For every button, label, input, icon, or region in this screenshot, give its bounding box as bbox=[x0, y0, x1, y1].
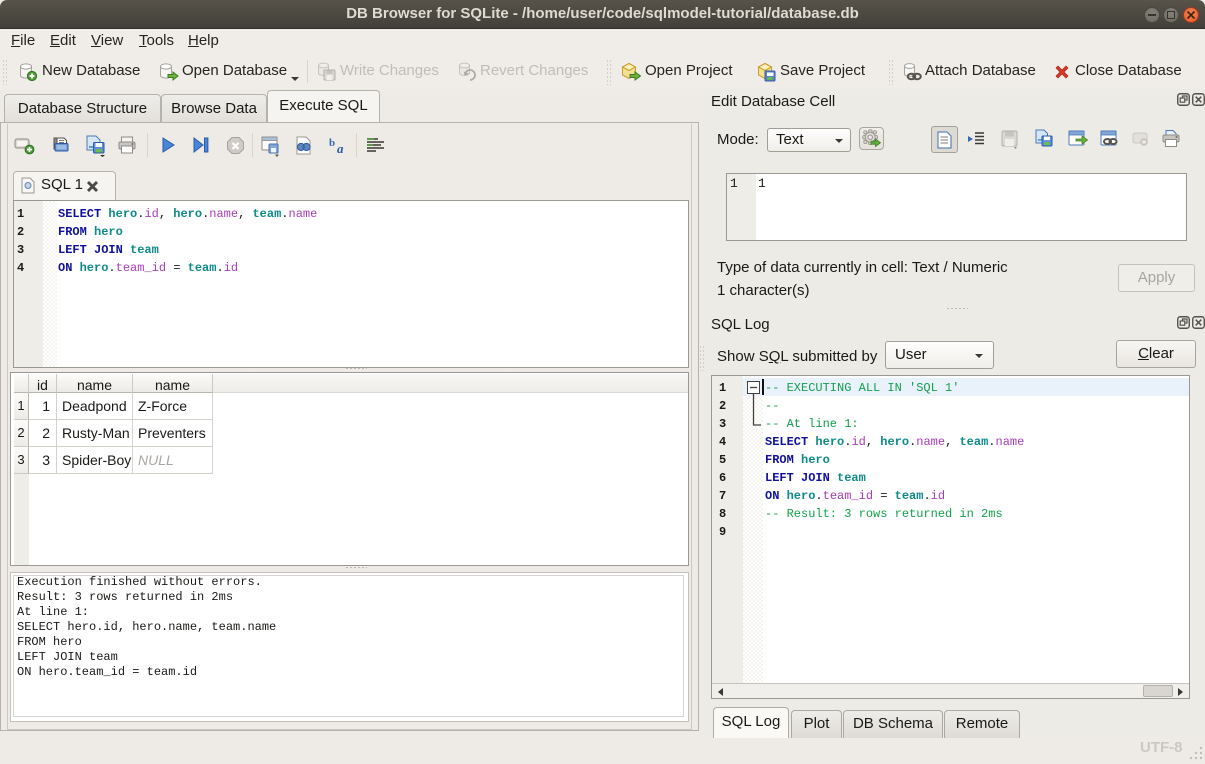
svg-text:a: a bbox=[337, 141, 344, 155]
svg-text:b: b bbox=[329, 137, 335, 149]
